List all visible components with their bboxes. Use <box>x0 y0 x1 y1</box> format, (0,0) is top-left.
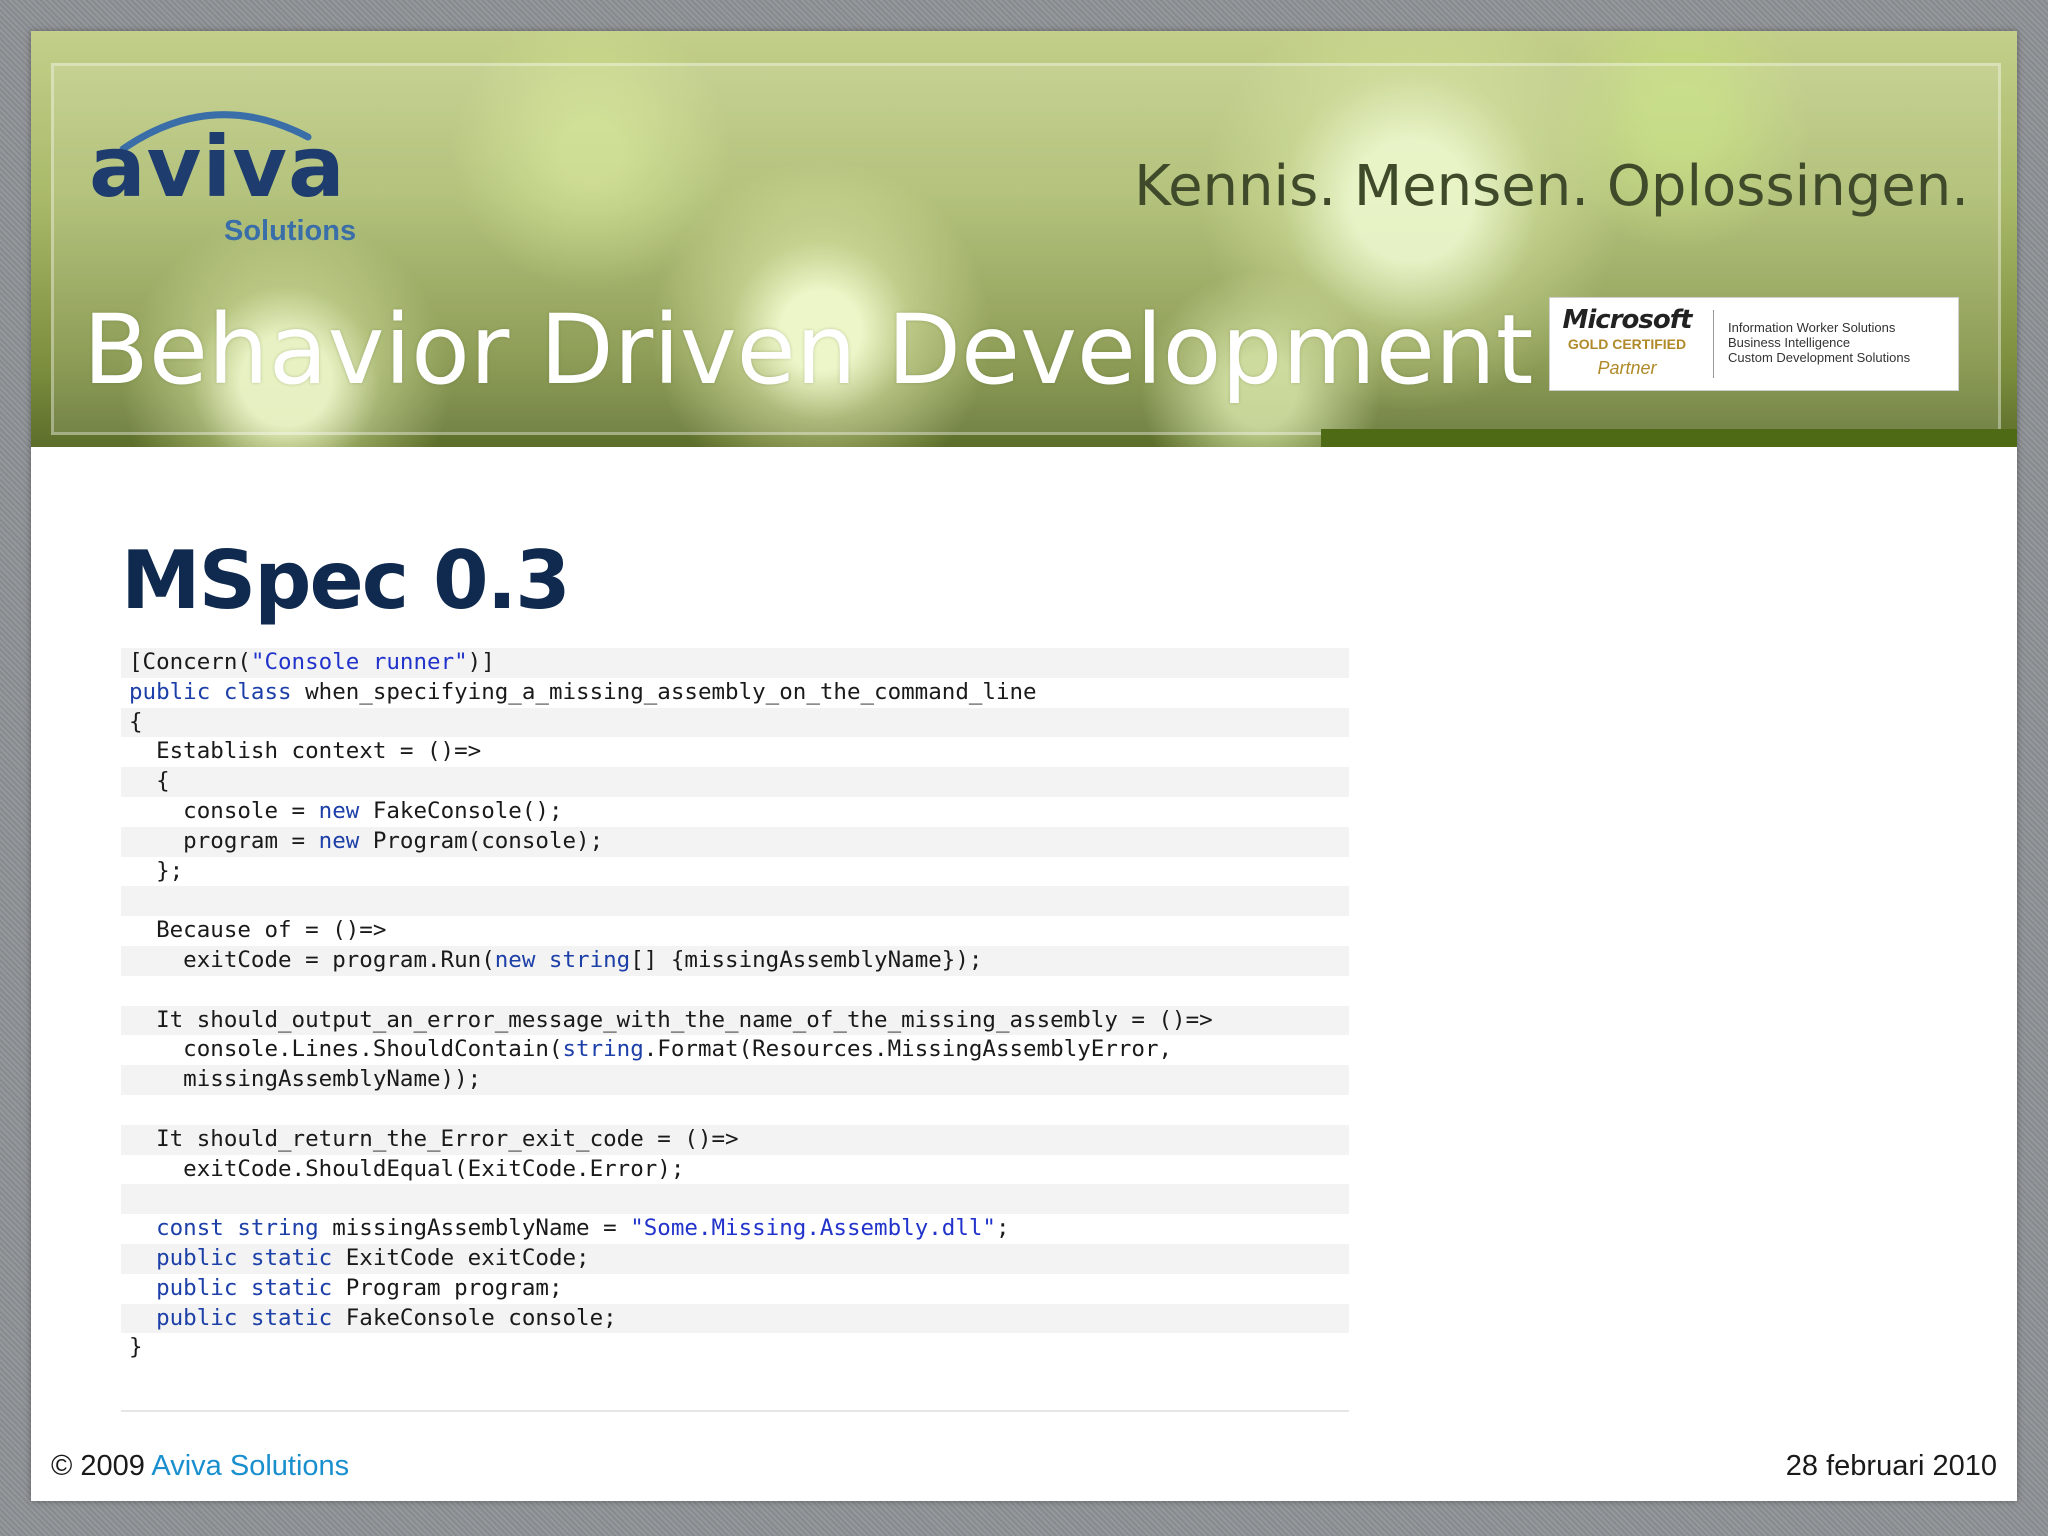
code-string: "Some.Missing.Assembly.dll" <box>630 1215 996 1242</box>
code-line: missingAssemblyName)); <box>121 1065 1349 1095</box>
code-keyword: public static <box>156 1274 333 1301</box>
code-keyword: public static <box>156 1304 333 1331</box>
code-text: } <box>129 1334 143 1361</box>
code-line: } <box>121 1333 1349 1363</box>
code-line: const string missingAssemblyName = "Some… <box>121 1214 1349 1244</box>
code-keyword: new <box>318 827 360 854</box>
badge-level: GOLD CERTIFIED <box>1567 336 1687 352</box>
code-text: console.Lines.ShouldContain( <box>129 1036 563 1063</box>
code-text: console = <box>129 797 319 824</box>
code-line: public static Program program; <box>121 1274 1349 1304</box>
code-text: FakeConsole console; <box>332 1304 617 1331</box>
code-keyword: string <box>562 1036 644 1063</box>
code-line: console.Lines.ShouldContain(string.Forma… <box>121 1035 1349 1065</box>
code-line: public static FakeConsole console; <box>121 1303 1349 1334</box>
code-text: [] {missingAssemblyName}); <box>630 946 983 973</box>
code-keyword: new string <box>494 946 631 973</box>
code-text: It should_return_the_Error_exit_code = (… <box>129 1125 739 1152</box>
code-keyword: public static <box>156 1244 333 1271</box>
header-accent-stripe <box>1321 429 2017 447</box>
code-text: .Format(Resources.MissingAssemblyError, <box>643 1036 1173 1063</box>
code-text: Program program; <box>332 1274 563 1301</box>
code-text: Because of = ()=> <box>129 917 387 944</box>
code-keyword: const string <box>156 1215 319 1242</box>
code-line: { <box>121 767 1349 797</box>
code-text: exitCode.ShouldEqual(ExitCode.Error); <box>129 1155 685 1182</box>
code-line: Establish context = ()=> <box>121 737 1349 767</box>
slide-header-banner: aviva Solutions Kennis. Mensen. Oplossin… <box>31 31 2017 447</box>
code-keyword: new <box>318 797 360 824</box>
code-block: [Concern("Console runner")] public class … <box>121 648 1349 1412</box>
copyright-text: © 2009 <box>51 1450 152 1482</box>
badge-competency: Business Intelligence <box>1728 335 1851 350</box>
code-text: program = <box>129 827 319 854</box>
code-text: [Concern( <box>129 649 251 675</box>
code-text: exitCode = program.Run( <box>129 946 495 973</box>
code-text: )] <box>467 649 495 675</box>
code-line: exitCode = program.Run(new string[] {mis… <box>121 945 1349 976</box>
code-line: public static ExitCode exitCode; <box>121 1243 1349 1274</box>
slide-title: Behavior Driven Development <box>83 294 1534 406</box>
code-line: }; <box>121 857 1349 887</box>
code-text: ; <box>995 1215 1010 1242</box>
code-string: "Console runner" <box>250 649 468 675</box>
code-line: It should_return_the_Error_exit_code = (… <box>121 1124 1349 1155</box>
content-heading: MSpec 0.3 <box>121 534 571 627</box>
code-text: Establish context = ()=> <box>129 738 482 765</box>
tagline: Kennis. Mensen. Oplossingen. <box>1134 154 1969 219</box>
code-line: Because of = ()=> <box>121 916 1349 946</box>
badge-competency: Custom Development Solutions <box>1728 350 1911 365</box>
code-line <box>121 886 1349 917</box>
code-line: [Concern("Console runner")] <box>121 648 1349 678</box>
code-text: missingAssemblyName)); <box>129 1066 482 1093</box>
code-line: program = new Program(console); <box>121 826 1349 857</box>
code-text: }; <box>129 857 184 884</box>
badge-competency: Information Worker Solutions <box>1728 320 1896 335</box>
logo-wordmark: aviva <box>89 118 346 216</box>
badge-competency-list: Information Worker Solutions Business In… <box>1728 320 1910 365</box>
slide: aviva Solutions Kennis. Mensen. Oplossin… <box>31 31 2017 1501</box>
code-text: FakeConsole(); <box>359 797 563 824</box>
code-line: console = new FakeConsole(); <box>121 797 1349 827</box>
badge-partner: Partner <box>1597 358 1657 378</box>
badge-brand: Microsoft <box>1562 305 1693 335</box>
aviva-logo: aviva Solutions <box>89 97 369 257</box>
code-text: when_specifying_a_missing_assembly_on_th… <box>291 678 1037 705</box>
footer-copyright: © 2009 Aviva Solutions <box>51 1449 349 1483</box>
code-text: missingAssemblyName = <box>318 1215 631 1242</box>
logo-subtitle: Solutions <box>224 215 357 247</box>
code-line: public class when_specifying_a_missing_a… <box>121 678 1349 708</box>
code-line: It should_output_an_error_message_with_t… <box>121 1005 1349 1036</box>
code-text: It should_output_an_error_message_with_t… <box>129 1006 1213 1033</box>
code-text: { <box>129 708 143 735</box>
code-text: Program(console); <box>359 827 604 854</box>
code-line: exitCode.ShouldEqual(ExitCode.Error); <box>121 1155 1349 1185</box>
code-text: { <box>129 768 170 795</box>
code-line <box>121 1184 1349 1215</box>
footer-date: 28 februari 2010 <box>1785 1450 1997 1482</box>
badge-divider <box>1713 310 1714 378</box>
code-keyword: public class <box>129 678 292 705</box>
code-line: { <box>121 707 1349 738</box>
code-text: ExitCode exitCode; <box>332 1244 590 1271</box>
company-link[interactable]: Aviva Solutions <box>151 1450 349 1482</box>
microsoft-partner-badge: Microsoft GOLD CERTIFIED Partner Informa… <box>1549 297 1959 391</box>
